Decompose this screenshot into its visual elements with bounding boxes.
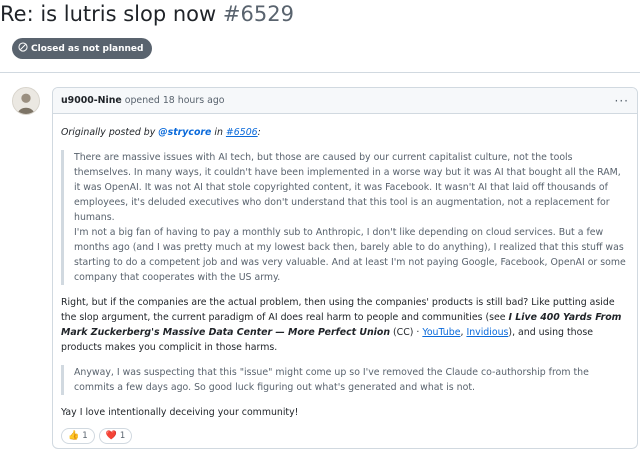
origin-prefix: Originally posted by [61,127,156,138]
reaction-heart[interactable]: ❤️ 1 [98,428,133,444]
mention-link[interactable]: @strycore [158,127,211,138]
author-link[interactable]: u9000-Nine [61,95,122,106]
quote-paragraph-1: There are massive issues with AI tech, b… [74,152,621,223]
quote-paragraph-2: I'm not a big fan of having to pay a mon… [74,227,626,283]
blockquote-second: Anyway, I was suspecting that this "issu… [61,365,629,395]
issue-title: Re: is lutris slop now [0,2,217,26]
page-title: Re: is lutris slop now #6529 [0,0,294,28]
reply-sep: , [460,327,464,338]
blockquote-original: There are massive issues with AI tech, b… [61,150,629,285]
timestamp[interactable]: 18 hours ago [163,95,225,106]
origin-suffix: : [257,127,261,138]
thumbs-up-icon: 👍 [68,431,80,441]
reaction-thumbs-up[interactable]: 👍 1 [61,428,95,444]
comment-header: u9000-Nine opened 18 hours ago ··· [53,88,637,114]
reply-cc: (CC) · [392,327,420,338]
kebab-menu-icon[interactable]: ··· [615,94,629,108]
heart-icon: ❤️ [105,431,117,441]
header-divider [0,72,640,73]
avatar[interactable] [12,87,40,115]
status-badge: Closed as not planned [12,38,153,59]
skip-circle-icon [18,42,28,55]
origin-in: in [214,127,223,138]
status-label: Closed as not planned [31,43,144,54]
quote-paragraph-3: Anyway, I was suspecting that this "issu… [74,367,589,393]
reaction-count: 1 [119,431,126,441]
youtube-link[interactable]: YouTube [422,327,460,338]
comment-body: Originally posted by @strycore in #6506:… [53,114,637,420]
issue-number: #6529 [222,2,294,26]
invidious-link[interactable]: Invidious [466,327,508,338]
origin-line: Originally posted by @strycore in #6506: [61,125,629,140]
closing-line: Yay I love intentionally deceiving your … [61,407,299,418]
action-text: opened [124,95,160,106]
reply-paragraph: Right, but if the companies are the actu… [61,295,629,355]
reactions-bar: 👍 1 ❤️ 1 [61,428,133,444]
issue-comment: u9000-Nine opened 18 hours ago ··· Origi… [52,87,638,449]
issue-reference-link[interactable]: #6506 [226,127,258,138]
reaction-count: 1 [82,431,88,441]
